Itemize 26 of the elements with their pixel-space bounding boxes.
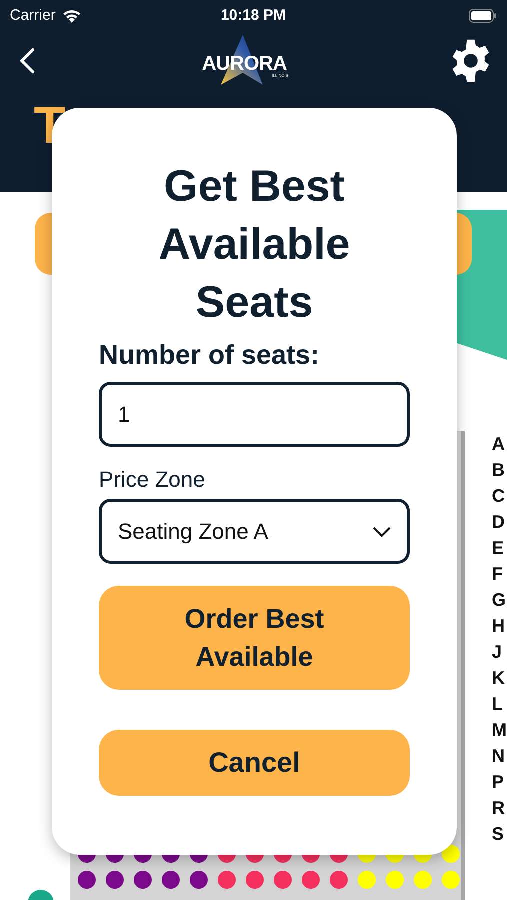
row-letter: D	[492, 511, 506, 534]
row-letter: L	[492, 693, 504, 716]
row-letter: J	[492, 641, 504, 664]
seats-input[interactable]: 1	[99, 382, 410, 447]
order-button[interactable]: Order Best Available	[99, 586, 410, 690]
row-letter: R	[492, 797, 506, 820]
row-letter: M	[492, 719, 507, 742]
row-letter: C	[492, 485, 506, 508]
carrier-label: Carrier	[10, 6, 56, 26]
row-letter: F	[492, 563, 504, 586]
cancel-button[interactable]: Cancel	[99, 730, 410, 796]
row-letter: E	[492, 537, 506, 560]
seats-label: Number of seats:	[99, 339, 321, 372]
row-letter: N	[492, 745, 506, 768]
row-letter: P	[492, 771, 506, 794]
price-zone-select[interactable]: Seating Zone A	[99, 499, 410, 564]
row-letter: K	[492, 667, 506, 690]
row-letter: A	[492, 433, 506, 456]
row-letter: B	[492, 459, 506, 482]
logo-text: AURORA	[202, 54, 287, 74]
dialog-title: Get Best Available Seats	[158, 161, 352, 329]
row-letter: H	[492, 615, 506, 638]
row-letter: S	[492, 823, 506, 846]
row-letter: G	[492, 589, 507, 612]
clock-time: 10:18 PM	[220, 6, 286, 26]
price-zone-label: Price Zone	[99, 466, 206, 494]
